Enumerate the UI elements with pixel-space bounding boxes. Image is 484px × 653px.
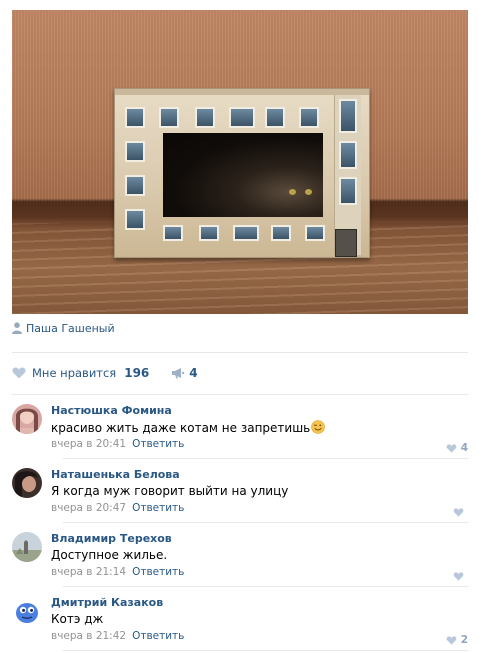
avatar[interactable]	[12, 468, 42, 498]
comment-text: Я когда муж говорит выйти на улицу	[51, 484, 289, 498]
comment-meta: вчера в 20:47 Ответить	[51, 502, 184, 514]
comment-author[interactable]: Владимир Терехов	[51, 532, 172, 545]
cat-eye	[289, 189, 296, 195]
comment-like[interactable]	[453, 566, 468, 585]
heart-icon	[453, 566, 464, 585]
cat-in-house	[163, 133, 323, 217]
share-count: 4	[189, 366, 198, 380]
divider	[63, 522, 468, 523]
house-window	[159, 107, 179, 128]
user-icon	[12, 319, 22, 338]
author-name[interactable]: Паша Гашеный	[26, 322, 115, 335]
house-window	[125, 141, 145, 162]
like-button[interactable]: Мне нравится	[32, 366, 116, 380]
cardboard-house	[114, 88, 370, 258]
comment-time[interactable]: вчера в 20:41	[51, 438, 126, 450]
reply-button[interactable]: Ответить	[132, 502, 184, 514]
house-window	[299, 107, 319, 128]
reply-button[interactable]: Ответить	[132, 630, 184, 642]
comment-like[interactable]	[453, 502, 468, 521]
house-window	[305, 225, 325, 241]
house-window	[195, 107, 215, 128]
comment-like[interactable]: 4	[446, 438, 468, 457]
megaphone-icon	[171, 364, 185, 383]
share-button[interactable]: 4	[171, 364, 198, 383]
post-author[interactable]: Паша Гашеный	[12, 320, 115, 336]
comment-text: Котэ дж	[51, 612, 104, 626]
comment-like[interactable]: 2	[446, 630, 468, 649]
reply-button[interactable]: Ответить	[132, 438, 184, 450]
comment-item: Дмитрий Казаков Котэ дж вчера в 21:42 Отв…	[12, 596, 468, 652]
heart-icon[interactable]	[12, 364, 26, 383]
house-window	[339, 141, 357, 169]
house-window	[271, 225, 291, 241]
avatar[interactable]	[12, 596, 42, 626]
house-window	[125, 209, 145, 230]
comment-item: Наташенька Белова Я когда муж говорит вы…	[12, 468, 468, 524]
avatar[interactable]	[12, 532, 42, 562]
wink-emoji	[311, 420, 326, 437]
comment-meta: вчера в 21:14 Ответить	[51, 566, 184, 578]
comment-author[interactable]: Наташенька Белова	[51, 468, 180, 481]
heart-icon	[453, 502, 464, 521]
house-window	[233, 225, 259, 241]
divider	[63, 586, 468, 587]
cat-eye	[305, 189, 312, 195]
comment-time[interactable]: вчера в 20:47	[51, 502, 126, 514]
heart-icon	[446, 630, 457, 649]
comment-item: Владимир Терехов Доступное жилье. вчера …	[12, 532, 468, 588]
house-window	[163, 225, 183, 241]
post-photo[interactable]	[12, 10, 468, 314]
house-window	[125, 175, 145, 196]
house-window	[339, 177, 357, 205]
comment-time[interactable]: вчера в 21:14	[51, 566, 126, 578]
house-window	[125, 107, 145, 128]
divider	[12, 394, 468, 395]
comment-text: Доступное жилье.	[51, 548, 168, 562]
comment-like-count: 4	[460, 441, 468, 454]
comment-text: красиво жить даже котам не запретишь	[51, 420, 326, 437]
house-window	[265, 107, 285, 128]
comment-author[interactable]: Дмитрий Казаков	[51, 596, 163, 609]
divider	[12, 352, 468, 353]
divider	[63, 458, 468, 459]
post-actions: Мне нравится 196 4	[12, 364, 198, 382]
comment-meta: вчера в 20:41 Ответить	[51, 438, 184, 450]
heart-icon	[446, 438, 457, 457]
comment-author[interactable]: Настюшка Фомина	[51, 404, 172, 417]
comment-item: Настюшка Фомина красиво жить даже котам …	[12, 404, 468, 460]
house-window	[339, 99, 357, 133]
comment-meta: вчера в 21:42 Ответить	[51, 630, 184, 642]
comment-like-count: 2	[460, 633, 468, 646]
house-door	[335, 229, 357, 257]
avatar[interactable]	[12, 404, 42, 434]
reply-button[interactable]: Ответить	[132, 566, 184, 578]
house-window	[229, 107, 255, 128]
like-count[interactable]: 196	[124, 366, 149, 380]
comment-time[interactable]: вчера в 21:42	[51, 630, 126, 642]
house-window	[199, 225, 219, 241]
divider	[63, 650, 468, 651]
